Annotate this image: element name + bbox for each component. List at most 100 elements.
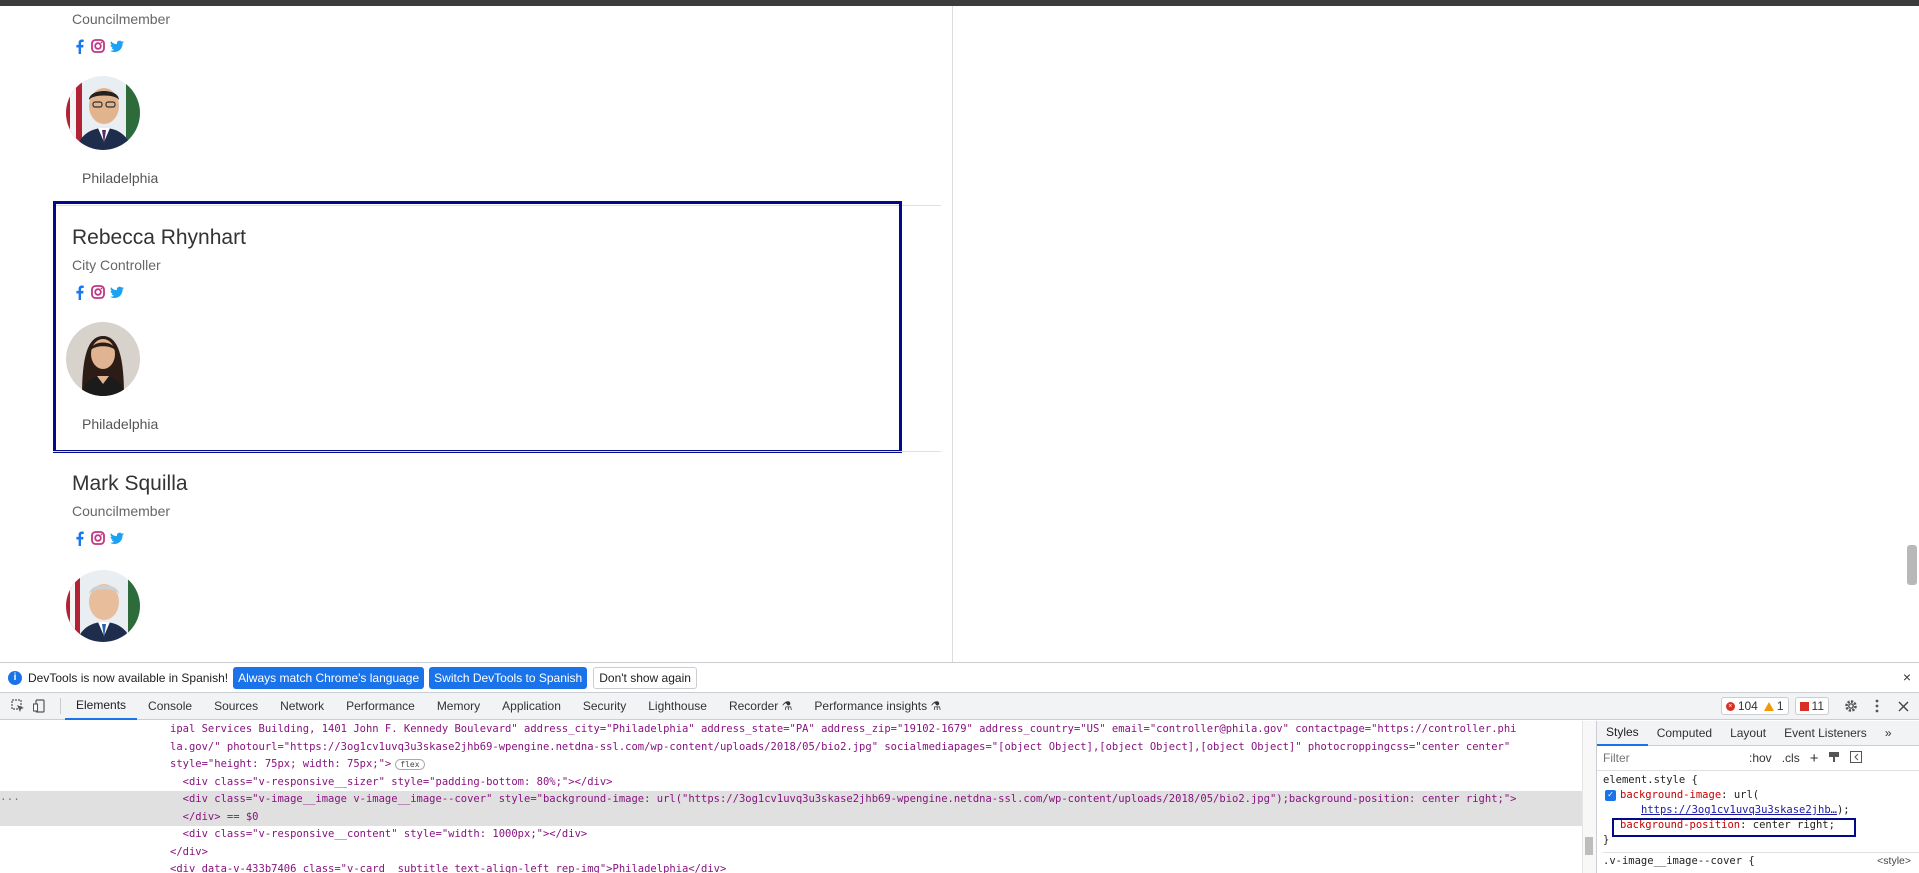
dom-node-line[interactable]: <div data-v-433b7406 class="v-card__subt…	[0, 861, 1582, 873]
issues-count: 11	[1811, 699, 1824, 713]
sidebar-tabs: Styles Computed Layout Event Listeners»	[1597, 721, 1919, 746]
instagram-icon[interactable]	[91, 284, 105, 300]
dont-show-again-button[interactable]: Don't show again	[593, 666, 697, 689]
dom-node-text: <div data-v-433b7406 class="v-card__subt…	[170, 863, 727, 873]
next-card-role: Councilmember	[72, 503, 171, 519]
new-style-rule-button[interactable]: +	[1810, 750, 1819, 767]
selected-card-name[interactable]: Rebecca Rhynhart	[72, 226, 246, 250]
issues-flag-icon	[1799, 701, 1809, 711]
selected-card-city: Philadelphia	[82, 416, 159, 432]
element-style-selector: element.style {	[1603, 774, 1698, 786]
class-toggle[interactable]: .cls	[1782, 751, 1800, 765]
selected-card-social	[72, 284, 124, 300]
next-card-name[interactable]: Mark Squilla	[72, 472, 188, 496]
tab-performance[interactable]: Performance	[335, 693, 426, 720]
tab-console[interactable]: Console	[137, 693, 203, 720]
tab-network[interactable]: Network	[269, 693, 335, 720]
dom-node-text: <div class="v-responsive__content" style…	[170, 828, 588, 840]
paint-icon[interactable]	[1828, 751, 1840, 766]
dom-node-line[interactable]: <div class="v-responsive__sizer" style="…	[0, 774, 1582, 792]
dom-node-line[interactable]: <div class="v-responsive__content" style…	[0, 826, 1582, 844]
more-options-icon[interactable]	[1869, 698, 1885, 714]
error-count: 104	[1737, 699, 1758, 713]
tab-application[interactable]: Application	[491, 693, 572, 720]
dom-tree-scrollbar-thumb[interactable]	[1585, 837, 1593, 855]
sidebar-tab-layout[interactable]: Layout	[1721, 721, 1775, 746]
devtools-tabs: Elements Console Sources Network Performance…	[65, 693, 952, 720]
styles-filter-input[interactable]	[1603, 751, 1733, 765]
prev-card-social	[72, 38, 124, 54]
tab-elements[interactable]: Elements	[65, 693, 138, 720]
dom-node-line[interactable]: la.gov/" photourl="https://3og1cv1uvq3u3…	[0, 739, 1582, 757]
node-actions-icon[interactable]: ···	[0, 791, 20, 809]
twitter-icon[interactable]	[110, 530, 124, 546]
flex-badge[interactable]: flex	[395, 759, 425, 770]
dom-node-text: <div class="v-responsive__sizer" style="…	[170, 775, 613, 788]
page-scrollbar-thumb[interactable]	[1907, 545, 1917, 585]
dom-node-line[interactable]: </div>	[0, 844, 1582, 862]
close-icon[interactable]: ×	[1903, 669, 1911, 685]
tab-memory[interactable]: Memory	[426, 693, 491, 720]
next-rule-source[interactable]: <style>	[1877, 854, 1911, 867]
toggle-sidebar-icon[interactable]	[1850, 750, 1863, 766]
elements-dom-tree[interactable]: ipal Services Building, 1401 John F. Ken…	[0, 721, 1582, 873]
browser-top-edge	[0, 0, 1919, 6]
tab-lighthouse[interactable]: Lighthouse	[637, 693, 718, 720]
next-card-social	[72, 530, 124, 546]
infobar-message: DevTools is now available in Spanish!	[28, 670, 229, 685]
sidebar-tab-styles[interactable]: Styles	[1597, 721, 1648, 746]
always-match-language-button[interactable]: Always match Chrome's language	[233, 666, 425, 689]
bg-image-declaration[interactable]: ✓ background-image: url(	[1603, 788, 1919, 803]
close-devtools-icon[interactable]	[1895, 698, 1911, 714]
instagram-icon[interactable]	[91, 530, 105, 546]
styles-sidebar: StylesComputedLayoutEvent Listeners» :ho…	[1596, 721, 1919, 873]
tab-performance-insights[interactable]: Performance insights ⚗	[803, 693, 952, 720]
tab-sources[interactable]: Sources	[203, 693, 269, 720]
warning-icon	[1763, 701, 1774, 711]
info-icon: i	[8, 670, 22, 685]
councilmember-photo	[66, 570, 140, 642]
dom-node-text: </div> == $0	[170, 810, 259, 823]
bg-image-property[interactable]: background-image	[1620, 789, 1721, 801]
device-toolbar-icon[interactable]	[32, 698, 48, 714]
bg-image-url-link[interactable]: https://3og1cv1uvq3u3skase2jhb…	[1641, 804, 1837, 816]
dom-node-line[interactable]: </div> == $0	[0, 808, 1582, 826]
sidebar-tab-more[interactable]: »	[1876, 721, 1901, 746]
dom-node-text: style="height: 75px; width: 75px;">	[170, 758, 392, 770]
dom-node-text: la.gov/" photourl="https://3og1cv1uvq3u3…	[170, 740, 1511, 753]
twitter-icon[interactable]	[110, 38, 124, 54]
console-counter[interactable]: × 104 1	[1720, 697, 1789, 715]
sidebar-tab-event-listeners[interactable]: Event Listeners	[1775, 721, 1876, 746]
declaration-checkbox[interactable]: ✓	[1605, 789, 1616, 801]
bg-image-end: );	[1836, 804, 1850, 816]
city-controller-photo	[66, 322, 140, 396]
toolbar-separator	[60, 698, 61, 714]
warning-count: 1	[1776, 699, 1784, 713]
switch-to-spanish-button[interactable]: Switch DevTools to Spanish	[429, 666, 588, 689]
instagram-icon[interactable]	[91, 38, 105, 54]
issues-counter[interactable]: 11	[1794, 697, 1829, 715]
hover-state-toggle[interactable]: :hov	[1749, 751, 1772, 765]
sidebar-tab-computed[interactable]: Computed	[1648, 721, 1721, 746]
twitter-icon[interactable]	[110, 284, 124, 300]
dom-node-text: ipal Services Building, 1401 John F. Ken…	[170, 723, 1517, 735]
dom-node-line[interactable]: ipal Services Building, 1401 John F. Ken…	[0, 721, 1582, 739]
devtools-tabbar: Elements Console Sources Network Performance…	[0, 692, 1919, 720]
facebook-icon[interactable]	[72, 284, 86, 300]
tab-security[interactable]: Security	[572, 693, 637, 720]
next-rule-header: .v-image__image--cover { <style>	[1603, 852, 1919, 867]
tab-recorder[interactable]: Recorder ⚗	[718, 693, 803, 720]
dom-node-text: </div>	[170, 845, 208, 858]
next-rule-selector[interactable]: .v-image__image--cover {	[1603, 854, 1755, 867]
facebook-icon[interactable]	[72, 530, 86, 546]
prev-card-role: Councilmember	[72, 11, 171, 27]
bg-image-value[interactable]: url(	[1734, 789, 1759, 801]
dom-node-line[interactable]: ··· <div class="v-image__image v-image__…	[0, 791, 1582, 809]
facebook-icon[interactable]	[72, 38, 86, 54]
dom-node-line[interactable]: style="height: 75px; width: 75px;"> flex	[0, 756, 1582, 774]
devtools-language-infobar: i DevTools is now available in Spanish! …	[0, 662, 1919, 692]
error-icon: ×	[1725, 701, 1735, 711]
inspect-element-icon[interactable]	[10, 698, 26, 714]
gear-icon[interactable]	[1843, 698, 1859, 714]
column-divider	[952, 6, 953, 662]
